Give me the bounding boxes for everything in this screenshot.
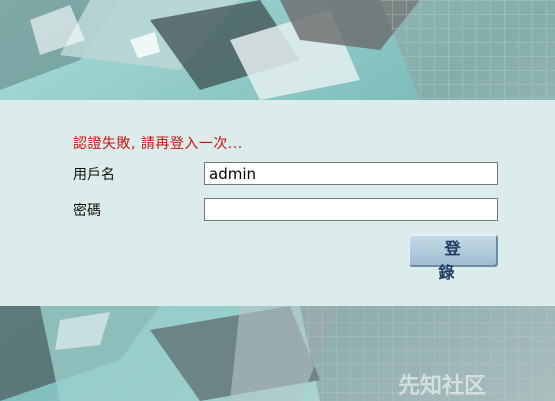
- login-button[interactable]: 登 錄: [409, 235, 498, 282]
- username-input[interactable]: [204, 162, 498, 185]
- password-label: 密碼: [73, 203, 101, 219]
- login-panel: 認證失敗, 請再登入一次... 用戶名 密碼 登 錄: [0, 100, 555, 306]
- watermark: 先知社区: [398, 374, 487, 399]
- password-input[interactable]: [204, 198, 498, 221]
- username-label: 用戶名: [73, 167, 115, 183]
- error-message: 認證失敗, 請再登入一次...: [73, 136, 243, 152]
